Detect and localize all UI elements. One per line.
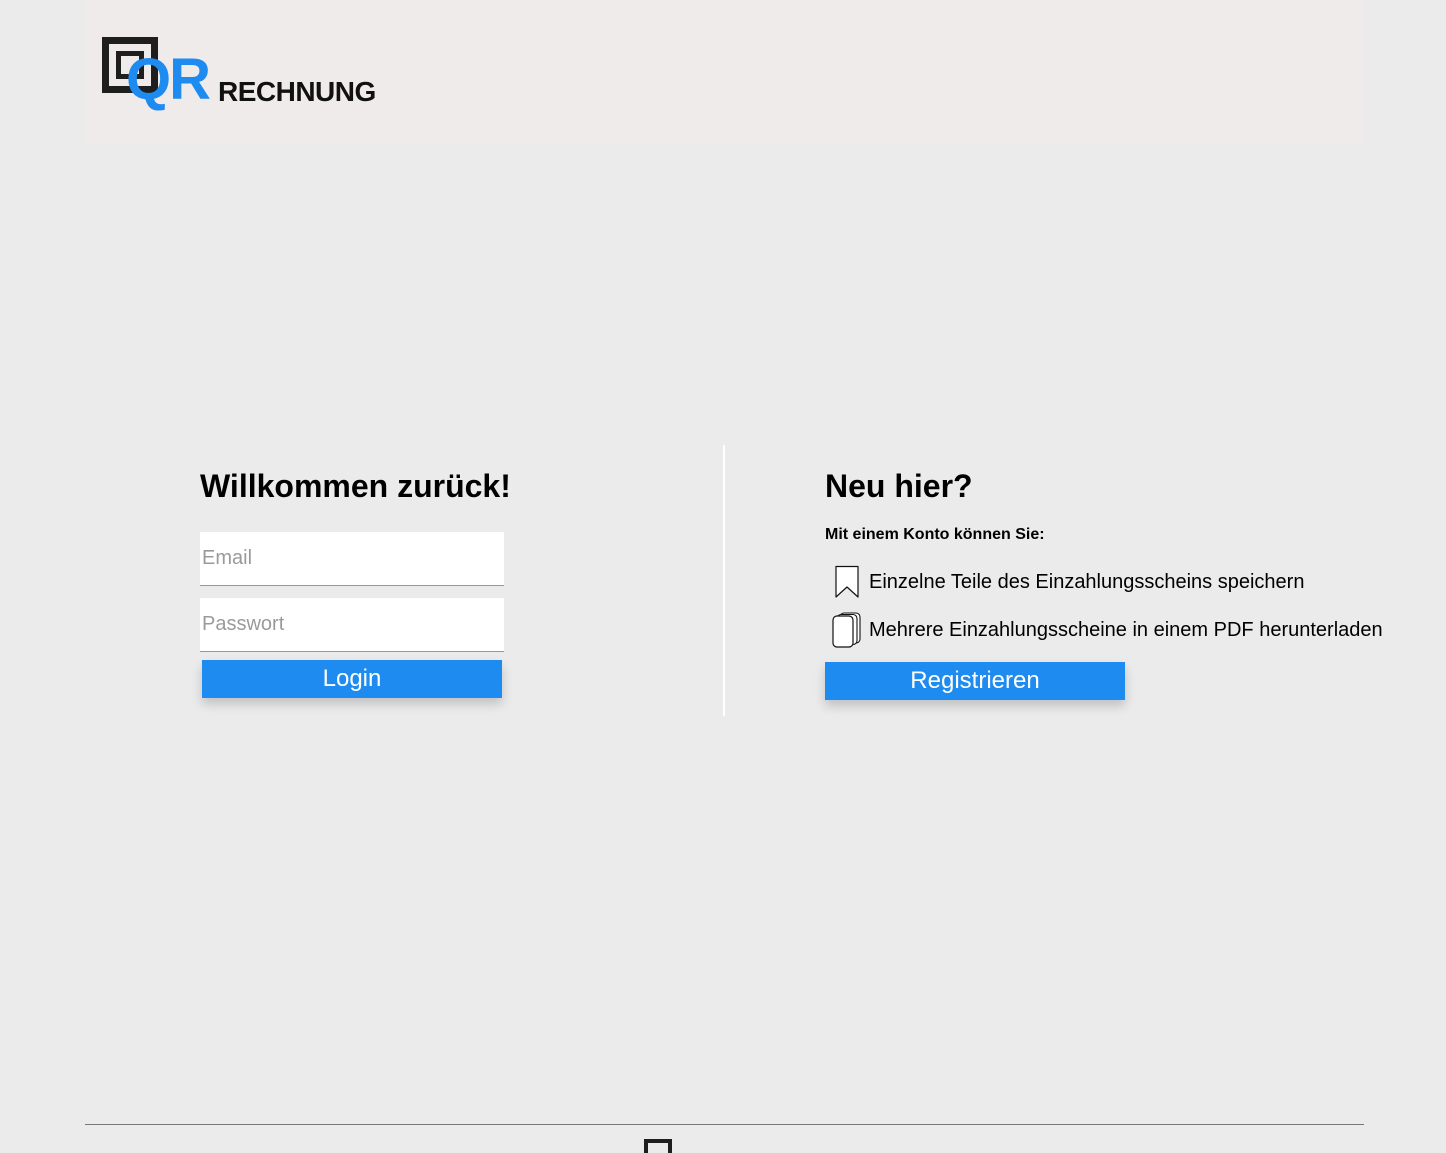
footer-logo-icon: [644, 1139, 672, 1153]
register-title: Neu hier?: [825, 468, 973, 504]
password-field[interactable]: [200, 598, 504, 652]
documents-stack-icon: [825, 612, 869, 648]
benefit-text: Mehrere Einzahlungsscheine in einem PDF …: [869, 619, 1383, 641]
register-subtitle: Mit einem Konto können Sie:: [825, 526, 1045, 543]
benefit-text: Einzelne Teile des Einzahlungsscheins sp…: [869, 571, 1305, 593]
benefit-item: Mehrere Einzahlungsscheine in einem PDF …: [825, 612, 1383, 648]
logo-qr-text: QR: [126, 47, 211, 112]
login-title: Willkommen zurück!: [200, 468, 511, 504]
email-field[interactable]: [200, 532, 504, 586]
footer-divider: [85, 1124, 1364, 1125]
logo-rechnung-text: RECHNUNG: [218, 76, 376, 107]
header: QR RECHNUNG: [85, 0, 1364, 144]
login-section: Willkommen zurück! Login: [200, 466, 520, 698]
register-button[interactable]: Registrieren: [825, 662, 1125, 700]
section-divider: [723, 445, 725, 716]
benefit-item: Einzelne Teile des Einzahlungsscheins sp…: [825, 565, 1304, 599]
register-section: Neu hier? Mit einem Konto können Sie: Ei…: [825, 466, 1425, 700]
login-button[interactable]: Login: [202, 660, 502, 698]
qr-rechnung-logo[interactable]: QR RECHNUNG: [102, 37, 382, 109]
bookmark-icon: [825, 564, 869, 600]
